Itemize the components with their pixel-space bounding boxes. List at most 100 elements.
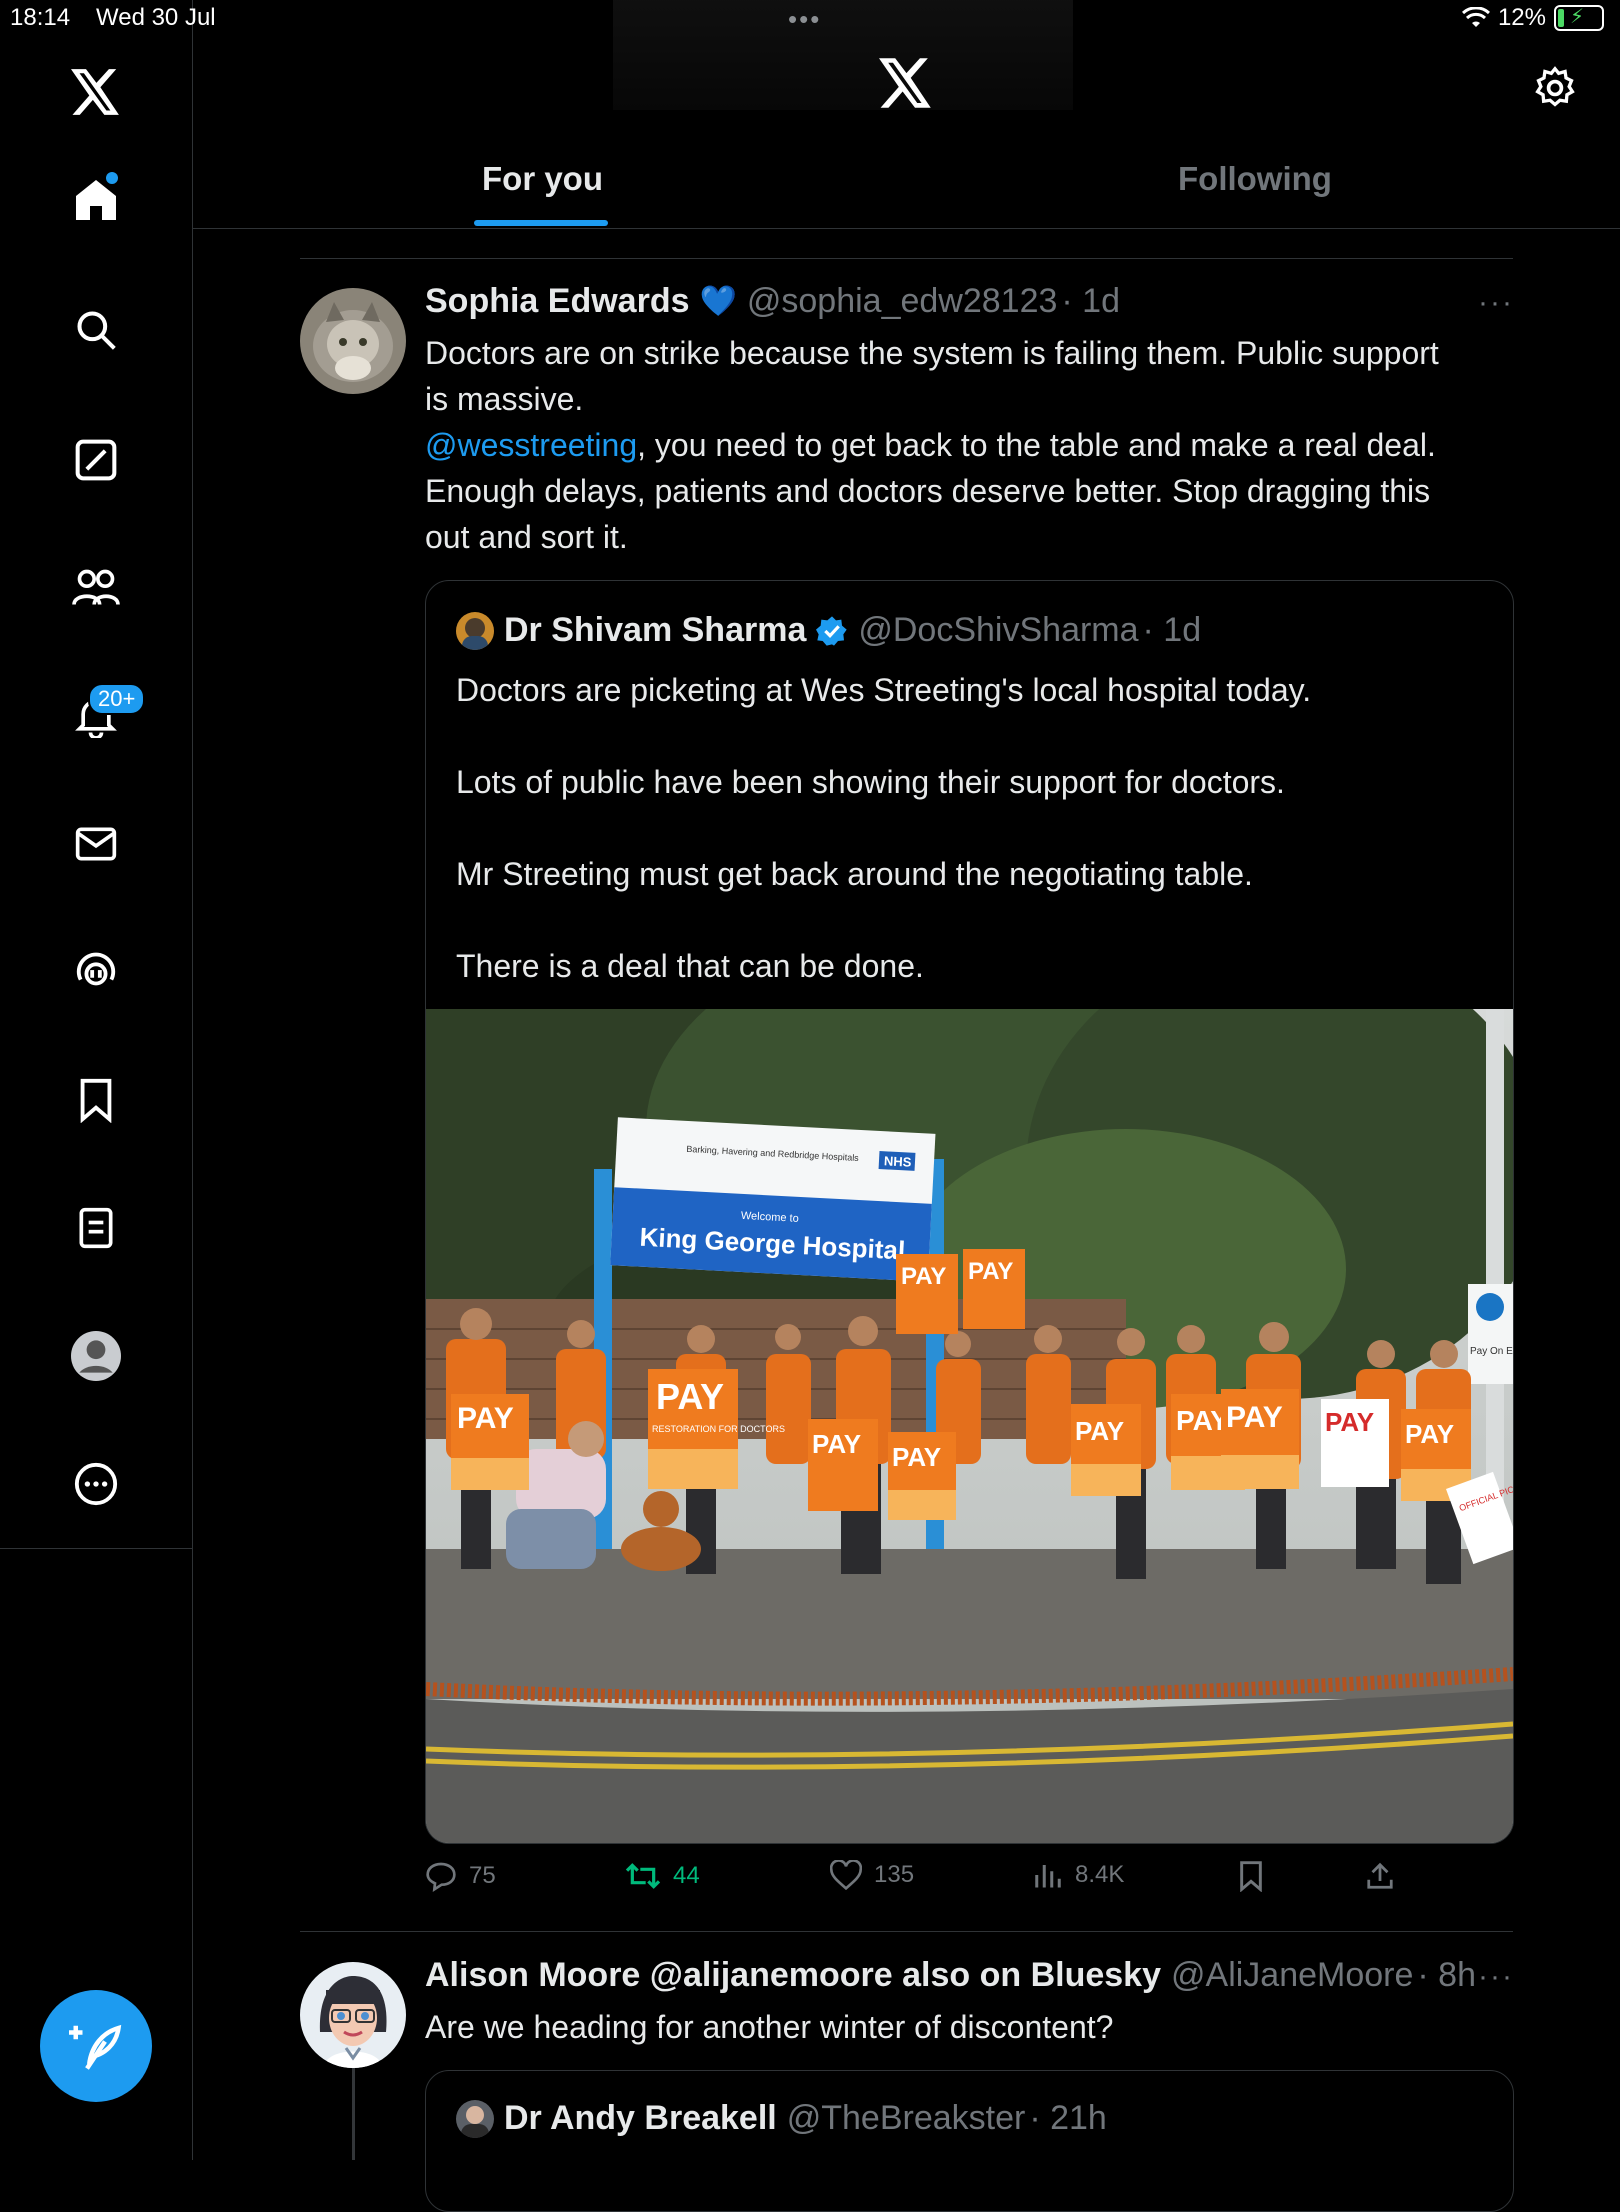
share-icon (1367, 1862, 1393, 1889)
x-logo-icon[interactable] (66, 62, 126, 122)
tweet-text: Are we heading for another winter of dis… (425, 2009, 1114, 2045)
sidebar-item-bookmarks[interactable] (66, 1070, 126, 1130)
reply-count: 75 (469, 1862, 496, 1889)
grok-icon (75, 439, 117, 481)
tweet-photo[interactable]: Pay On Exit Barking, Havering and Redbri… (426, 929, 1513, 1843)
blue-heart-emoji: 💙 (699, 285, 737, 318)
bookmark-icon (1240, 1861, 1262, 1892)
verified-badge-icon (816, 615, 848, 646)
sidebar-item-messages[interactable] (66, 814, 126, 874)
sidebar-item-profile[interactable] (66, 1326, 126, 1386)
quote-tweet[interactable]: Dr Shivam Sharma @DocShivSharma · 1d Doc… (425, 580, 1514, 1844)
reply-button[interactable]: 75 (425, 1860, 496, 1892)
sidebar-item-more[interactable] (66, 1454, 126, 1514)
quote-header: Dr Shivam Sharma @DocShivSharma · 1d (456, 611, 1201, 650)
avatar[interactable] (300, 288, 406, 394)
bookmark-icon (80, 1078, 112, 1123)
sidebar-item-communities[interactable] (66, 558, 126, 618)
settings-gear-icon[interactable] (1533, 66, 1577, 115)
tweet-header: Alison Moore @alijanemoore also on Blues… (425, 1956, 1476, 1995)
more-icon (74, 1462, 118, 1506)
tweet-text: Doctors are on strike because the system… (425, 330, 1515, 560)
status-time: 18:14 (10, 4, 71, 31)
compose-icon (69, 2024, 122, 2070)
home-unread-dot (106, 172, 118, 184)
svg-text:PAY: PAY (457, 1402, 514, 1435)
more-options-icon[interactable]: ··· (1478, 286, 1514, 320)
author-handle[interactable]: @AliJaneMoore (1171, 1956, 1413, 1995)
tweet-time[interactable]: · 1d (1061, 282, 1120, 321)
heart-icon (830, 1860, 862, 1890)
quote-time: · 21h (1029, 2099, 1107, 2137)
placard-subtext: RESTORATION FOR DOCTORS (652, 1424, 785, 1434)
sidebar-item-lists[interactable] (66, 1198, 126, 1258)
search-icon (77, 311, 116, 350)
like-button[interactable]: 135 (830, 1860, 914, 1890)
feed-divider (300, 1931, 1513, 1932)
sign-nhs-logo: NHS (884, 1153, 913, 1169)
more-options-icon[interactable]: ··· (1478, 1960, 1514, 1994)
quote-avatar (456, 611, 494, 650)
wifi-icon (1461, 7, 1490, 27)
person-icon (71, 1331, 121, 1381)
svg-text:PAY: PAY (1226, 1401, 1283, 1434)
tweet-header: Sophia Edwards 💙 @sophia_edw28123 · 1d (425, 282, 1120, 321)
quote-header: Dr Andy Breakell @TheBreakster · 21h (456, 2099, 1107, 2138)
bookmark-button[interactable] (1237, 1860, 1265, 1892)
multitasking-dots[interactable]: ••• (788, 4, 821, 35)
views-icon (1035, 1865, 1061, 1888)
spaces-icon (76, 952, 116, 986)
status-date: Wed 30 Jul (96, 4, 216, 31)
reply-icon (426, 1862, 456, 1892)
status-right: 12% ⚡ (1461, 4, 1604, 32)
svg-text:PAY: PAY (968, 1258, 1013, 1285)
x-logo-icon (879, 58, 933, 113)
communities-icon (72, 569, 120, 606)
feed-divider (300, 258, 1513, 259)
status-bar: 18:14 Wed 30 Jul ••• 12% ⚡ (0, 0, 1620, 38)
sidebar-item-spaces[interactable] (66, 942, 126, 1002)
quote-author-name[interactable]: Dr Andy Breakell (504, 2099, 777, 2138)
author-name[interactable]: Sophia Edwards (425, 282, 690, 321)
like-count: 135 (874, 1861, 915, 1888)
list-icon (79, 1207, 113, 1249)
tweet-text-part3: Enough delays, patients and doctors dese… (425, 473, 1431, 555)
quote-text: Doctors are picketing at Wes Streeting's… (456, 672, 1312, 984)
author-name[interactable]: Alison Moore @alijanemoore also on Blues… (425, 1956, 1161, 1995)
svg-text:PAY: PAY (901, 1263, 946, 1290)
quote-tweet[interactable]: Dr Andy Breakell @TheBreakster · 21h (425, 2070, 1514, 2212)
quote-avatar (456, 2099, 494, 2138)
sidebar-item-explore[interactable] (66, 300, 126, 360)
quote-author-handle: @DocShivSharma (858, 611, 1139, 649)
views-button[interactable]: 8.4K (1033, 1860, 1124, 1890)
repost-count: 44 (673, 1862, 700, 1889)
tweet-actions: 75 44 135 8.4K (425, 1860, 1512, 1906)
author-handle[interactable]: @sophia_edw28123 (747, 282, 1058, 321)
svg-text:PAY: PAY (1075, 1416, 1124, 1446)
tweet-text-part2: , you need to get back to the table and … (637, 427, 1436, 463)
mention-link[interactable]: @wesstreeting (425, 427, 637, 463)
active-tab-indicator (474, 220, 608, 226)
quote-author-name[interactable]: Dr Shivam Sharma (504, 611, 806, 650)
sidebar-item-grok[interactable] (66, 430, 126, 490)
tweet-time[interactable]: · 8h (1417, 1956, 1476, 1995)
battery-percent: 12% (1497, 4, 1546, 31)
repost-button[interactable]: 44 (625, 1860, 700, 1892)
tab-following[interactable]: Following (1178, 160, 1332, 198)
compose-button[interactable] (40, 1990, 152, 2102)
tweet-text-part1: Doctors are on strike because the system… (425, 335, 1439, 417)
tab-for-you[interactable]: For you (482, 160, 603, 198)
share-button[interactable] (1365, 1860, 1395, 1892)
thread-line (352, 2068, 355, 2160)
mail-icon (75, 827, 117, 861)
svg-text:PAY: PAY (812, 1429, 861, 1459)
svg-text:PAY: PAY (1405, 1419, 1454, 1449)
repost-icon (625, 1863, 661, 1889)
svg-text:PAY: PAY (892, 1442, 941, 1472)
avatar[interactable] (300, 1962, 406, 2068)
quote-time: · 1d (1142, 611, 1202, 649)
pay-on-exit-sign: Pay On Exit (1470, 1346, 1513, 1357)
svg-text:PAY: PAY (1325, 1407, 1374, 1437)
view-count: 8.4K (1075, 1861, 1125, 1888)
quote-author-handle: @TheBreakster (786, 2099, 1026, 2137)
